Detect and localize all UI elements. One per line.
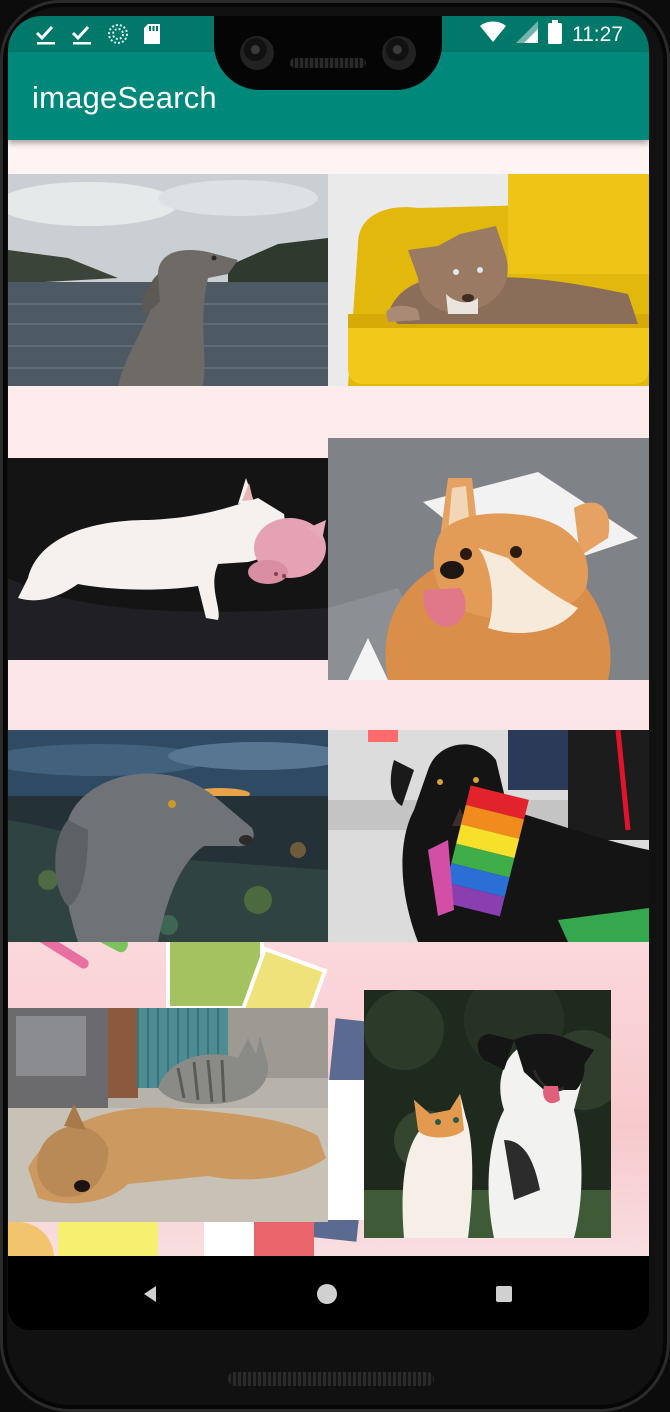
result-image-8[interactable]: [364, 990, 611, 1238]
system-navigation-bar: [8, 1256, 649, 1330]
front-camera-icon: [240, 36, 274, 70]
paper-swatch: [254, 1220, 314, 1256]
status-clock: 11:27: [572, 22, 623, 46]
result-image-2[interactable]: [328, 174, 649, 386]
result-image-4[interactable]: [328, 438, 649, 680]
result-image-1[interactable]: [8, 174, 328, 386]
result-image-3[interactable]: [8, 458, 328, 660]
paper-swatch: [328, 1080, 368, 1220]
home-icon[interactable]: [307, 1274, 347, 1314]
result-image-6[interactable]: [328, 730, 649, 942]
back-icon[interactable]: [130, 1274, 170, 1314]
recents-icon[interactable]: [484, 1274, 524, 1314]
image-results-grid[interactable]: [8, 140, 649, 1256]
status-right-icons: 11:27: [480, 20, 623, 49]
status-left-icons: [34, 22, 162, 51]
check-icon: [70, 22, 94, 51]
app-title: imageSearch: [32, 80, 217, 115]
battery-icon: [548, 20, 562, 49]
camera-notch: [214, 16, 442, 90]
paper-swatch: [204, 1220, 254, 1256]
device-screen: 11:27 imageSearch: [8, 16, 649, 1330]
bottom-speaker-grille: [228, 1372, 434, 1386]
earpiece-speaker: [290, 58, 366, 68]
sd-card-icon: [142, 22, 162, 51]
wifi-icon: [480, 21, 506, 48]
signal-icon: [516, 21, 538, 48]
check-icon: [34, 22, 58, 51]
front-camera-icon: [382, 36, 416, 70]
result-image-7[interactable]: [8, 1008, 328, 1222]
sticky-note: [58, 1220, 158, 1256]
result-image-5[interactable]: [8, 730, 328, 942]
sync-icon: [106, 22, 130, 51]
